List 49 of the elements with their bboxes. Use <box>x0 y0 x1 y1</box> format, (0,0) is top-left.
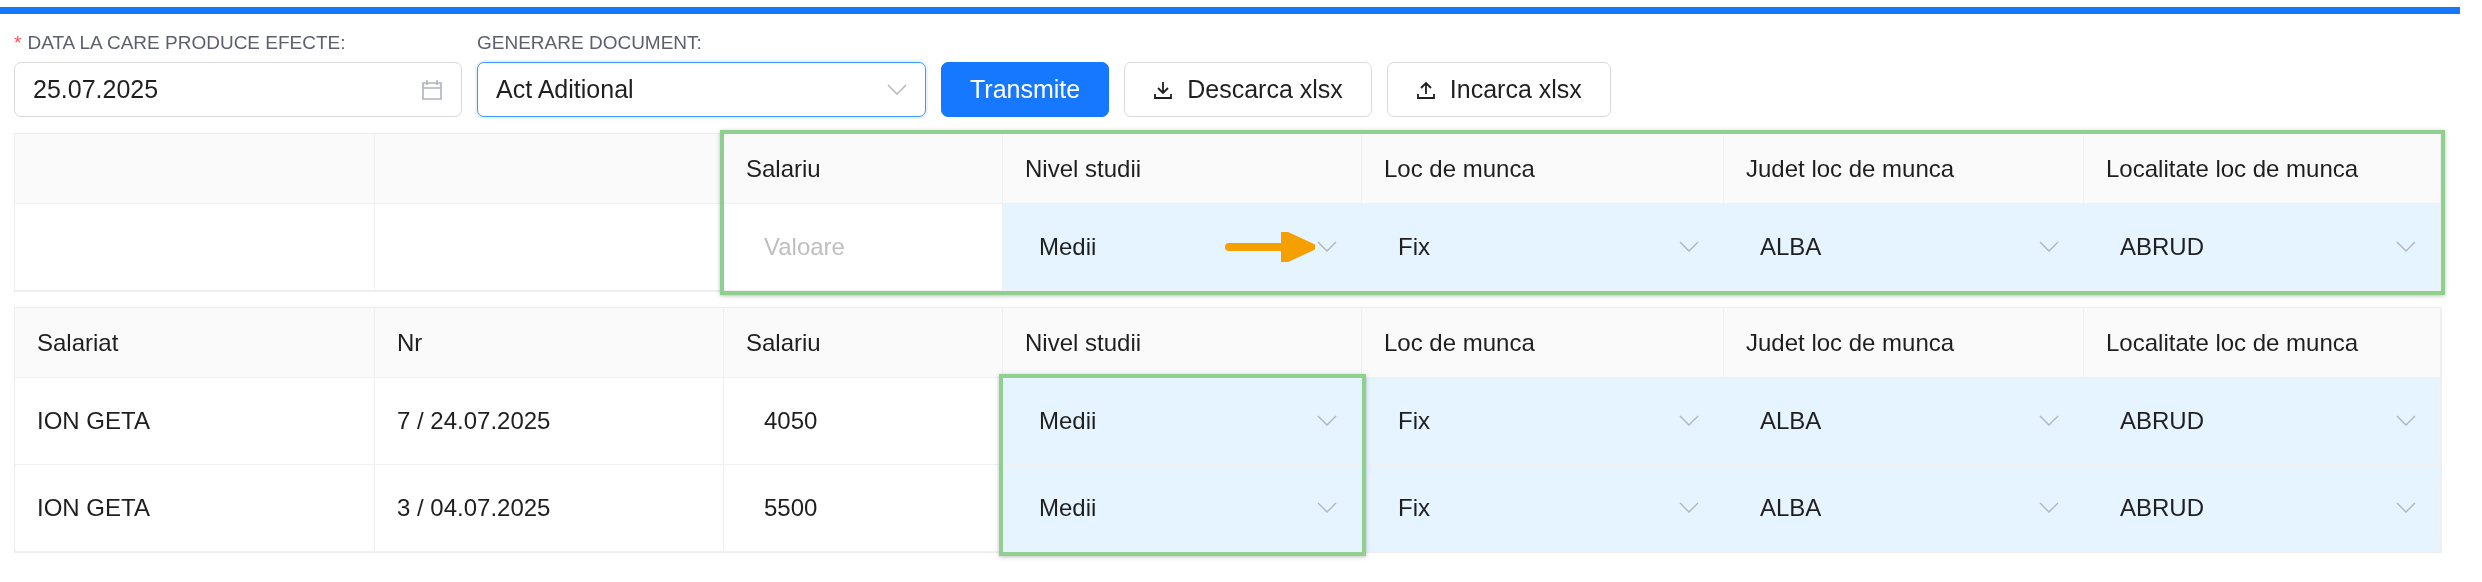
chevron-down-icon <box>887 83 907 96</box>
field-label: GENERARE DOCUMENT: <box>477 32 702 54</box>
upload-button[interactable]: Incarca xlsx <box>1386 62 1611 117</box>
calendar-icon <box>421 78 443 101</box>
chevron-down-icon <box>1317 241 1337 253</box>
submit-button[interactable]: Transmite <box>941 62 1110 117</box>
column-header: Localitate loc de munca <box>2084 134 2441 204</box>
select-cell[interactable]: Fix <box>1362 204 1724 291</box>
chevron-down-icon <box>2396 502 2416 514</box>
date-field[interactable]: 25.07.2025 <box>14 62 462 117</box>
document-select[interactable]: Act Aditional <box>477 62 926 117</box>
select-cell[interactable]: ABRUD <box>2084 465 2441 552</box>
select-cell[interactable]: Medii <box>1003 465 1362 552</box>
column-header: Loc de munca <box>1362 308 1724 378</box>
column-header: Nivel studii <box>1003 134 1362 204</box>
column-header: Judet loc de munca <box>1724 308 2084 378</box>
chevron-down-icon <box>2039 241 2059 253</box>
select-cell[interactable]: Medii <box>1003 378 1362 465</box>
chevron-down-icon <box>1317 502 1337 514</box>
column-header: Salariu <box>724 308 1003 378</box>
select-cell[interactable]: ABRUD <box>2084 204 2441 291</box>
upload-icon <box>1415 79 1436 100</box>
column-header: Salariat <box>15 308 375 378</box>
column-header: Localitate loc de munca <box>2084 308 2441 378</box>
select-cell[interactable]: ABRUD <box>2084 378 2441 465</box>
chevron-down-icon <box>2396 241 2416 253</box>
chevron-down-icon <box>1679 502 1699 514</box>
table-cell: 3 / 04.07.2025 <box>375 465 724 552</box>
select-cell[interactable]: Medii <box>1003 204 1362 291</box>
chevron-down-icon <box>1679 415 1699 427</box>
table-cell: ION GETA <box>15 378 375 465</box>
chevron-down-icon <box>2396 415 2416 427</box>
column-header: Salariu <box>724 134 1003 204</box>
chevron-down-icon <box>2039 415 2059 427</box>
table-cell: 7 / 24.07.2025 <box>375 378 724 465</box>
select-cell[interactable]: ALBA <box>1724 204 2084 291</box>
chevron-down-icon <box>1679 241 1699 253</box>
chevron-down-icon <box>1317 415 1337 427</box>
download-button[interactable]: Descarca xlsx <box>1124 62 1372 117</box>
column-header: Loc de munca <box>1362 134 1724 204</box>
column-header: Judet loc de munca <box>1724 134 2084 204</box>
download-icon <box>1153 79 1174 100</box>
field-label: DATA LA CARE PRODUCE EFECTE: <box>27 32 346 54</box>
column-header: Nr <box>375 308 724 378</box>
table-cell: ION GETA <box>15 465 375 552</box>
select-cell[interactable]: ALBA <box>1724 378 2084 465</box>
chevron-down-icon <box>2039 502 2059 514</box>
required-mark: * <box>14 32 22 54</box>
select-cell[interactable]: ALBA <box>1724 465 2084 552</box>
